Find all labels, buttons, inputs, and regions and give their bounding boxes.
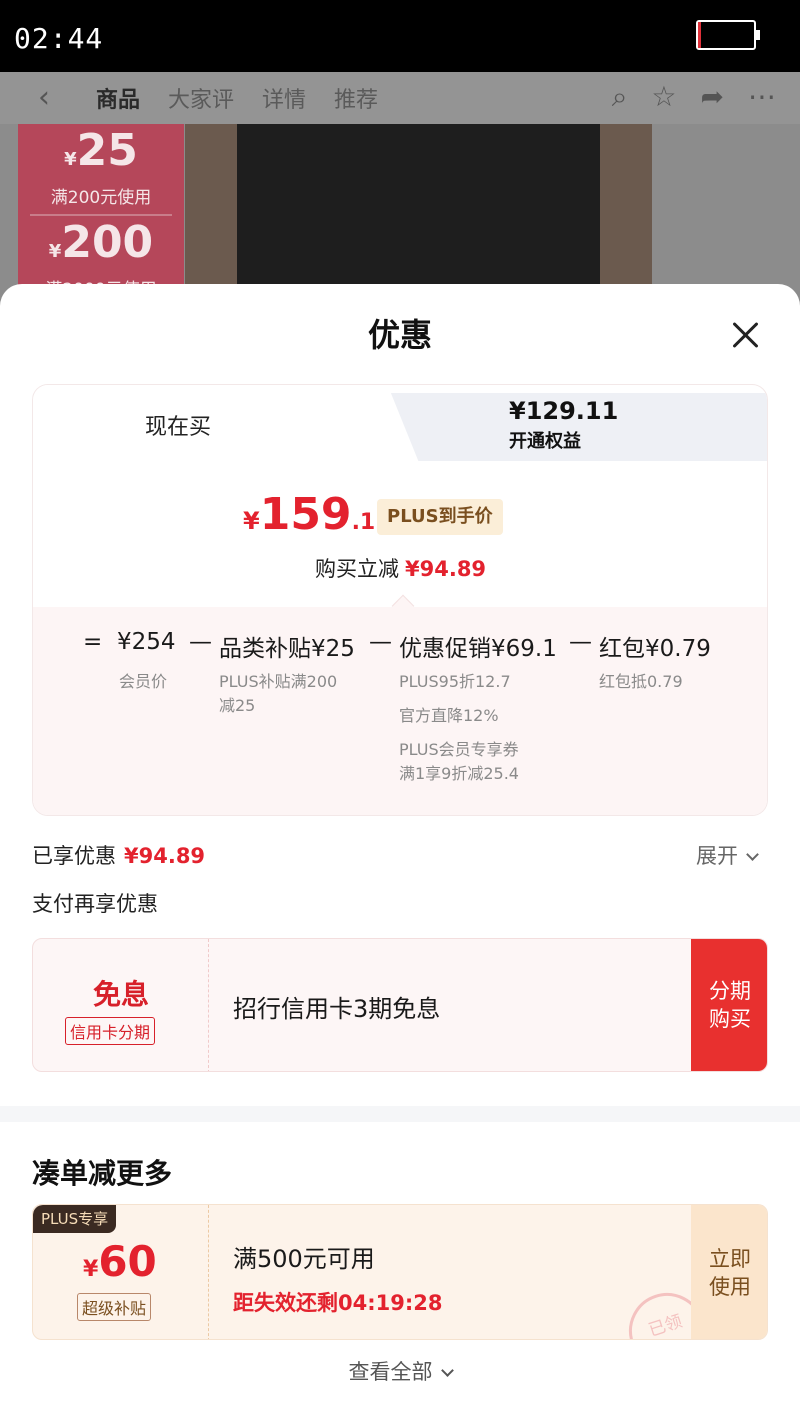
- expand-label: 展开: [696, 844, 738, 868]
- reduction-amount: ¥94.89: [405, 557, 487, 581]
- coupon-currency: ¥: [48, 241, 62, 262]
- status-bar: 02:44: [0, 0, 800, 72]
- tab-reviews[interactable]: 大家评: [168, 82, 234, 114]
- sheet-title: 优惠: [367, 316, 432, 354]
- back-icon[interactable]: ‹: [38, 80, 50, 115]
- minus-sign: —: [369, 629, 392, 655]
- coupon-amount: 25: [76, 125, 138, 176]
- enjoyed-discount: 已享优惠 ¥94.89: [32, 840, 205, 870]
- minus-sign: —: [189, 629, 212, 655]
- installment-description: 招行信用卡3期免息: [233, 995, 441, 1023]
- coupon-number: 60: [98, 1237, 157, 1286]
- installment-buy-button[interactable]: 分期 购买: [691, 939, 767, 1071]
- tab-details[interactable]: 详情: [262, 82, 306, 114]
- coupon-currency: ¥: [64, 149, 77, 170]
- super-subsidy-tag: 超级补贴: [77, 1293, 152, 1321]
- interest-free-label: 免息: [92, 978, 149, 1011]
- view-all-label: 查看全部: [348, 1360, 433, 1384]
- enjoyed-label: 已享优惠: [32, 844, 116, 868]
- close-icon[interactable]: [730, 320, 760, 350]
- enjoyed-amount: ¥94.89: [124, 844, 206, 868]
- promo-detail: 官方直降12%: [399, 706, 499, 725]
- discount-sheet: 优惠 ¥129.11 开通权益 现在买 ¥159.11 PLUS到手价 购买立减…: [0, 284, 800, 1422]
- status-time: 02:44: [14, 22, 104, 55]
- plus-label: 开通权益: [509, 431, 581, 452]
- plus-price-badge: PLUS到手价: [377, 499, 503, 535]
- product-nav-bar: ‹ 商品 大家评 详情 推荐 ⌕ ☆ ➦ ⋯: [0, 72, 800, 124]
- product-image-arm-left: [185, 124, 237, 304]
- price-breakdown: = ¥254 会员价 — 品类补贴¥25 PLUS补贴满200 减25 — 优惠…: [33, 594, 767, 815]
- product-tabs: 商品 大家评 详情 推荐: [96, 72, 378, 124]
- coupon-card: PLUS专享 ¥60 超级补贴 满500元可用 距失效还剩04:19:28 已领…: [32, 1204, 768, 1340]
- plus-price: ¥129.11: [509, 397, 619, 425]
- category-subsidy-detail: PLUS补贴满200: [219, 672, 338, 691]
- payment-discount-heading: 支付再享优惠: [32, 892, 158, 916]
- share-icon[interactable]: ➦: [701, 80, 724, 114]
- star-icon[interactable]: ☆: [651, 80, 676, 114]
- use-now-button[interactable]: 立即 使用: [691, 1205, 767, 1339]
- installment-buy-label: 购买: [709, 1007, 751, 1031]
- tab-recommend[interactable]: 推荐: [334, 82, 378, 114]
- red-packet-detail: 红包抵0.79: [599, 672, 683, 691]
- tab-buy-now-label: 现在买: [145, 415, 212, 440]
- use-now-label: 使用: [709, 1275, 751, 1299]
- promo-detail: PLUS95折12.7: [399, 672, 511, 691]
- reduction-label: 购买立减: [315, 557, 399, 581]
- member-price: ¥254: [117, 629, 176, 655]
- section-divider: [0, 1106, 800, 1122]
- more-icon[interactable]: ⋯: [748, 80, 776, 114]
- category-subsidy-detail: 减25: [219, 696, 256, 715]
- equals-sign: =: [83, 629, 103, 655]
- installment-offer: 免息 信用卡分期 招行信用卡3期免息 分期 购买: [32, 938, 768, 1072]
- promo-detail: PLUS会员专享券: [399, 740, 519, 759]
- coupon-countdown: 距失效还剩04:19:28: [233, 1291, 443, 1315]
- use-now-label: 立即: [709, 1247, 751, 1271]
- coupon-amount: 200: [61, 217, 154, 268]
- promo-coupon-banner: ¥25 满200元使用 ¥200 满2000元使用: [18, 124, 184, 300]
- search-icon[interactable]: ⌕: [612, 80, 628, 114]
- category-subsidy: 品类补贴¥25: [219, 636, 355, 662]
- coupon-condition: 满500元可用: [233, 1245, 375, 1273]
- chevron-down-icon: [440, 1364, 454, 1377]
- red-packet: 红包¥0.79: [599, 636, 711, 662]
- price-card: ¥129.11 开通权益 现在买 ¥159.11 PLUS到手价 购买立减 ¥94…: [32, 384, 768, 816]
- final-price: ¥159.11: [243, 489, 391, 540]
- product-image-arm-right: [600, 124, 652, 304]
- combine-order-heading: 凑单减更多: [32, 1157, 173, 1190]
- tab-buy-now[interactable]: 现在买: [33, 385, 363, 461]
- tab-product[interactable]: 商品: [96, 82, 140, 114]
- coupon-amount: ¥60: [83, 1237, 157, 1286]
- view-all-button[interactable]: 查看全部: [0, 1356, 800, 1386]
- minus-sign: —: [569, 629, 592, 655]
- battery-icon: [696, 20, 760, 50]
- product-page-background: ‹ 商品 大家评 详情 推荐 ⌕ ☆ ➦ ⋯ ¥25 满200元使用 ¥200 …: [0, 72, 800, 312]
- credit-card-installment-tag: 信用卡分期: [65, 1017, 156, 1045]
- promo-detail: 满1享9折减25.4: [399, 764, 519, 783]
- plus-exclusive-tag: PLUS专享: [33, 1205, 117, 1233]
- member-price-label: 会员价: [119, 672, 168, 691]
- coupon-condition: 满200元使用: [50, 188, 152, 208]
- installment-badge: 免息 信用卡分期: [33, 939, 209, 1071]
- instant-reduction: 购买立减 ¥94.89: [315, 553, 486, 583]
- coupon-currency: ¥: [83, 1257, 99, 1282]
- chevron-down-icon: [746, 848, 759, 861]
- promo-discount: 优惠促销¥69.1: [399, 636, 557, 662]
- expand-button[interactable]: 展开: [696, 840, 759, 870]
- installment-buy-label: 分期: [709, 979, 751, 1003]
- price-currency: ¥: [243, 507, 260, 535]
- coupon-value-block: PLUS专享 ¥60 超级补贴: [33, 1205, 209, 1339]
- price-integer: 159: [259, 489, 352, 540]
